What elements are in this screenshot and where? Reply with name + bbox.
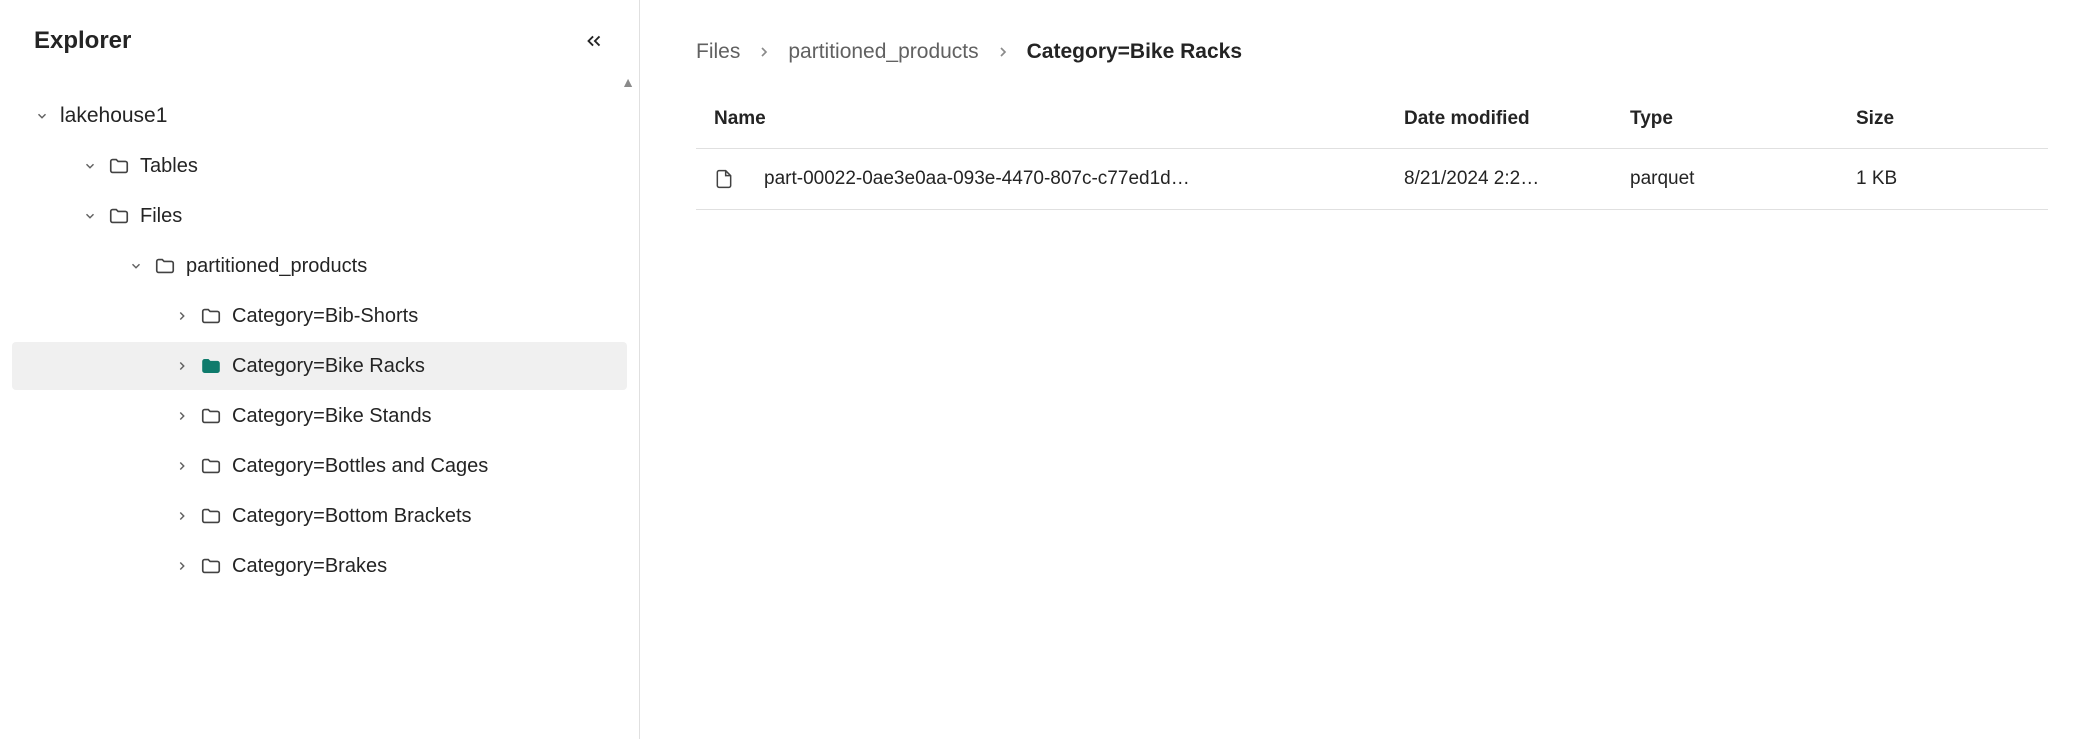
column-header-size[interactable]: Size (1856, 108, 2048, 130)
chevron-right-icon (174, 309, 190, 323)
folder-icon (200, 455, 222, 477)
file-size: 1 KB (1856, 168, 2048, 190)
chevron-down-icon (128, 259, 144, 273)
tree-node-files[interactable]: Files (12, 192, 627, 240)
table-header-row: Name Date modified Type Size (696, 108, 2048, 149)
tree-node-partitioned-products[interactable]: partitioned_products (12, 242, 627, 290)
tree-label: partitioned_products (186, 255, 367, 278)
chevron-right-icon (174, 359, 190, 373)
column-header-type[interactable]: Type (1630, 108, 1856, 130)
file-icon (714, 167, 734, 191)
folder-icon (200, 505, 222, 527)
folder-icon (108, 155, 130, 177)
main-content: Files partitioned_products Category=Bike… (640, 0, 2078, 739)
tree-node-category-bike-racks[interactable]: Category=Bike Racks (12, 342, 627, 390)
file-date: 8/21/2024 2:2… (1404, 168, 1630, 190)
chevron-right-icon (174, 559, 190, 573)
column-header-date[interactable]: Date modified (1404, 108, 1630, 130)
chevron-right-icon (174, 509, 190, 523)
chevron-right-icon (756, 44, 772, 60)
tree-label: Category=Brakes (232, 555, 387, 578)
tree-label: lakehouse1 (60, 104, 167, 128)
chevron-down-icon (82, 159, 98, 173)
file-name: part-00022-0ae3e0aa-093e-4470-807c-c77ed… (764, 168, 1190, 190)
folder-icon (200, 555, 222, 577)
folder-open-icon (200, 355, 222, 377)
tree-label: Category=Bib-Shorts (232, 305, 418, 328)
chevron-down-icon (34, 109, 50, 123)
folder-icon (200, 405, 222, 427)
column-header-name[interactable]: Name (714, 108, 1404, 130)
breadcrumb-item-files[interactable]: Files (696, 40, 740, 64)
folder-icon (200, 305, 222, 327)
tree-node-category-bottom-brackets[interactable]: Category=Bottom Brackets (12, 492, 627, 540)
chevron-double-left-icon (583, 30, 605, 52)
explorer-title: Explorer (34, 27, 131, 55)
breadcrumb-item-partitioned-products[interactable]: partitioned_products (788, 40, 978, 64)
breadcrumb-item-current: Category=Bike Racks (1027, 40, 1242, 64)
tree-label: Category=Bottles and Cages (232, 455, 488, 478)
tree-label: Category=Bike Stands (232, 405, 432, 428)
folder-icon (108, 205, 130, 227)
tree-node-category-bottles-and-cages[interactable]: Category=Bottles and Cages (12, 442, 627, 490)
folder-icon (154, 255, 176, 277)
tree-root-lakehouse[interactable]: lakehouse1 (12, 92, 627, 140)
tree-label: Category=Bottom Brackets (232, 505, 472, 528)
explorer-sidebar: Explorer ▲ lakehouse1 (0, 0, 640, 739)
tree-node-category-brakes[interactable]: Category=Brakes (12, 542, 627, 590)
chevron-right-icon (174, 409, 190, 423)
breadcrumb: Files partitioned_products Category=Bike… (696, 40, 2048, 64)
tree-node-category-bib-shorts[interactable]: Category=Bib-Shorts (12, 292, 627, 340)
tree-node-tables[interactable]: Tables (12, 142, 627, 190)
tree-label: Category=Bike Racks (232, 355, 425, 378)
tree-label: Tables (140, 155, 198, 178)
scroll-up-arrow[interactable]: ▲ (0, 74, 639, 90)
chevron-right-icon (174, 459, 190, 473)
tree-node-category-bike-stands[interactable]: Category=Bike Stands (12, 392, 627, 440)
chevron-right-icon (995, 44, 1011, 60)
table-row[interactable]: part-00022-0ae3e0aa-093e-4470-807c-c77ed… (696, 149, 2048, 210)
file-table: Name Date modified Type Size part-00022-… (696, 108, 2048, 210)
tree-label: Files (140, 205, 182, 228)
file-type: parquet (1630, 168, 1856, 190)
chevron-down-icon (82, 209, 98, 223)
collapse-sidebar-button[interactable] (579, 26, 609, 56)
explorer-tree: lakehouse1 Tables Files (0, 90, 639, 739)
